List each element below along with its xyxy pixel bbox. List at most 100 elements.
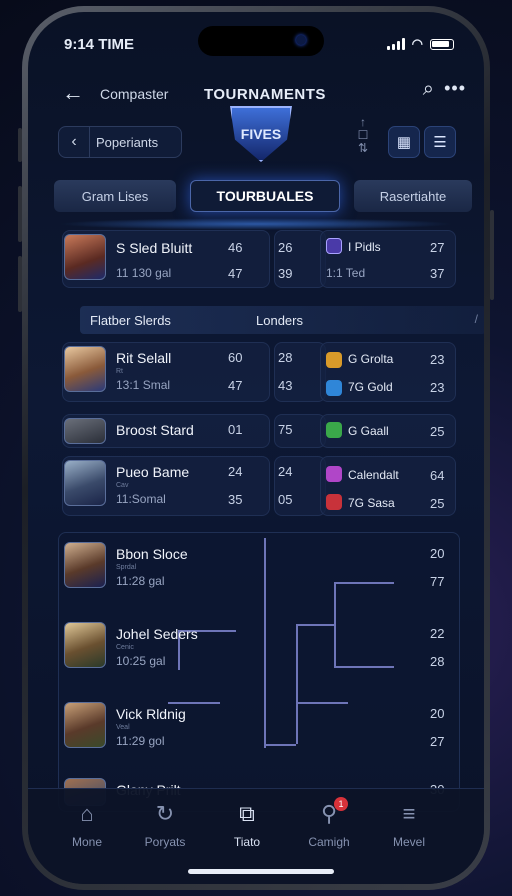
player-sub: 11:29 gol <box>116 734 165 748</box>
score: 05 <box>278 492 293 507</box>
nav-tiato[interactable]: ⧉ Tiato <box>212 801 282 849</box>
team-name: G Gaall <box>348 424 389 438</box>
player-avatar <box>64 418 106 444</box>
team-crown-icon <box>326 352 342 368</box>
participants-button[interactable]: ‹ Poperiants <box>58 126 182 158</box>
tab-label: TOURBUALES <box>216 188 314 204</box>
score: 22 <box>430 626 445 641</box>
bottom-nav: ⌂ Mone ↻ Poryats ⧉ Tiato ⚲ 1 Camigh ≡ Me… <box>28 788 484 884</box>
score: 77 <box>430 574 445 589</box>
wifi-icon: ◠ <box>411 36 423 51</box>
team-name: Calendalt <box>348 468 399 482</box>
team-shield-icon <box>326 238 342 254</box>
player-name: Bbon Sloce <box>116 546 188 562</box>
leaderboard-section-header: Flatber Slerds Londers / <box>80 306 484 334</box>
pin-icon: ⚲ <box>320 801 338 826</box>
screen: 9:14 TIME ◠ ← Compaster TOURNAMENTS ⌕ ••… <box>28 12 484 884</box>
score: 35 <box>228 492 243 507</box>
player-sub: 10:25 gal <box>116 654 166 668</box>
team-score: 25 <box>430 424 445 439</box>
player-avatar <box>64 460 106 506</box>
home-icon: ⌂ <box>80 801 94 826</box>
bracket-connector <box>168 702 220 704</box>
team-badge-icon <box>326 466 342 482</box>
tab-bar: Gram Lises TOURBUALES Rasertiahte <box>28 180 484 214</box>
player-tag: Cav <box>116 482 129 489</box>
bracket-divider <box>264 538 266 748</box>
score: 43 <box>278 378 293 393</box>
team-badge-icon <box>326 380 342 396</box>
section-left-label: Flatber Slerds <box>90 313 171 328</box>
score: 47 <box>228 266 243 281</box>
sort-icon[interactable]: ↑ ☐ ⇅ <box>354 116 372 155</box>
notification-badge: 1 <box>334 797 348 811</box>
layers-icon: ☰ <box>433 134 447 151</box>
player-sub: 11 130 gal <box>116 266 172 280</box>
team-name: 7G Sasa <box>348 496 395 510</box>
player-sub: 11:Somal <box>116 492 166 506</box>
player-tag: Rt <box>116 368 123 375</box>
player-name: S Sled Bluitt <box>116 240 193 256</box>
team-score: 37 <box>430 266 445 281</box>
home-indicator[interactable] <box>188 869 334 874</box>
battery-icon <box>430 38 454 50</box>
list-view-button[interactable]: ☰ <box>424 126 456 158</box>
score: 24 <box>278 464 293 479</box>
score: 60 <box>228 350 243 365</box>
score: 24 <box>228 464 243 479</box>
score: 46 <box>228 240 243 255</box>
tournament-logo: FIVES <box>230 106 292 162</box>
nav-label: Tiato <box>233 835 261 849</box>
team-score: 64 <box>430 468 445 483</box>
team-score: 27 <box>430 240 445 255</box>
score: 47 <box>228 378 243 393</box>
tab-rasertiahte[interactable]: Rasertiahte <box>354 180 472 212</box>
score: 75 <box>278 422 293 437</box>
refresh-icon: ↻ <box>155 801 175 826</box>
bracket-connector <box>296 702 298 744</box>
nav-label: Camigh <box>308 835 350 849</box>
more-icon[interactable]: ••• <box>444 78 466 99</box>
tab-label: Rasertiahte <box>379 188 447 204</box>
player-sub: 13:1 Smal <box>116 378 171 392</box>
player-avatar <box>64 542 106 588</box>
page-title: TOURNAMENTS <box>204 86 326 103</box>
team-badge-icon <box>326 494 342 510</box>
score: 28 <box>278 350 293 365</box>
logo-text: FIVES <box>240 126 282 142</box>
section-right-label: Londers <box>256 313 303 328</box>
nav-home[interactable]: ⌂ Mone <box>52 801 122 849</box>
player-name: Broost Stard <box>116 422 194 438</box>
nav-mevel[interactable]: ≡ Mevel <box>374 801 444 849</box>
grid-view-button[interactable]: ▦ <box>388 126 420 158</box>
tab-glow <box>58 218 454 230</box>
player-name: Pueo Bame <box>116 464 190 480</box>
nav-poryats[interactable]: ↻ Poryats <box>130 801 200 849</box>
team-name: 7G Gold <box>348 380 393 394</box>
player-avatar <box>64 346 106 392</box>
tab-label: Gram Lises <box>81 188 149 204</box>
bracket-connector <box>296 702 348 704</box>
team-score: 23 <box>430 352 445 367</box>
player-name: Rit Selall <box>116 350 172 366</box>
back-label[interactable]: Compaster <box>100 86 168 102</box>
player-avatar <box>64 622 106 668</box>
bracket-connector <box>334 582 336 668</box>
player-avatar <box>64 702 106 748</box>
back-arrow-icon[interactable]: ← <box>62 80 84 106</box>
participants-label: Poperiants <box>89 127 158 157</box>
score: 20 <box>430 706 445 721</box>
nav-label: Mone <box>71 835 103 849</box>
bracket-connector <box>296 624 336 626</box>
team-sub: 1:1 Ted <box>326 266 366 280</box>
chevron-left-icon: ‹ <box>71 133 77 150</box>
team-score: 25 <box>430 496 445 511</box>
nav-label: Poryats <box>144 835 186 849</box>
tab-tourbuales[interactable]: TOURBUALES <box>190 180 340 212</box>
phone-power-button <box>490 210 494 300</box>
puzzle-icon: ⧉ <box>239 801 255 826</box>
search-icon[interactable]: ⌕ <box>423 78 434 101</box>
nav-camigh[interactable]: ⚲ 1 Camigh <box>294 797 364 849</box>
tab-gram-lises[interactable]: Gram Lises <box>54 180 176 212</box>
score: 01 <box>228 422 243 437</box>
